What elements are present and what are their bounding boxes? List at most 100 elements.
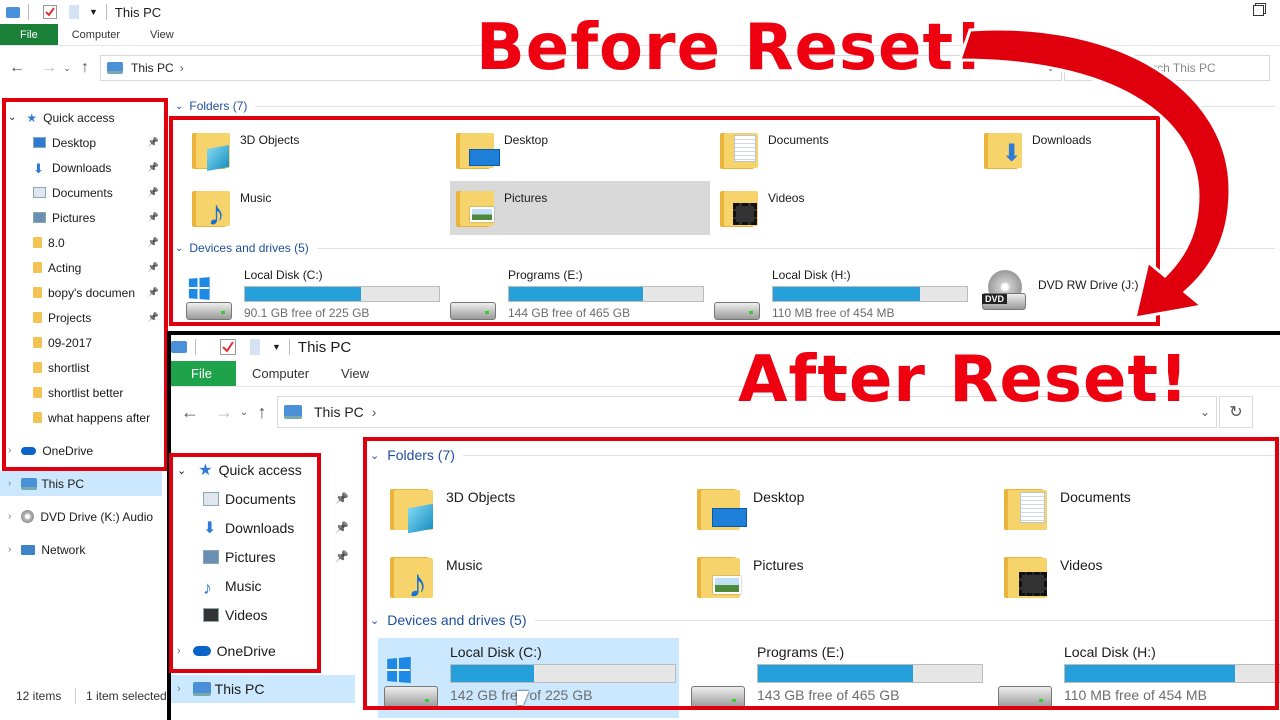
onedrive[interactable]: › OneDrive <box>0 438 165 463</box>
tab-computer[interactable]: Computer <box>58 24 136 45</box>
quick-access-item-what-happens-after[interactable]: what happens after <box>0 405 165 430</box>
drive-tile-local-disk-h[interactable]: Local Disk (H:) 110 MB free of 454 MB <box>992 638 1280 718</box>
back-arrow-icon[interactable]: ← <box>6 59 28 77</box>
folder-tile-music[interactable]: ♪ Music <box>384 547 674 609</box>
folder-tile-desktop[interactable]: Desktop <box>691 479 981 541</box>
expand-chevron-icon[interactable]: › <box>8 511 11 522</box>
breadcrumb-chevron-icon[interactable]: › <box>372 404 377 420</box>
quick-access-item-shortlist[interactable]: shortlist <box>0 355 165 380</box>
recent-chevron-down-icon[interactable]: ⌄ <box>60 63 74 74</box>
collapse-chevron-icon[interactable]: ⌄ <box>370 614 379 627</box>
quick-access-item-shortlist-better[interactable]: shortlist better <box>0 380 165 405</box>
quick-access-item-projects[interactable]: Projects 📌 <box>0 305 165 330</box>
drive-tile-programs-e[interactable]: Programs (E:) 143 GB free of 465 GB <box>685 638 986 718</box>
folder-tile-3d-objects[interactable]: 3D Objects <box>186 123 446 177</box>
tab-view[interactable]: View <box>136 24 190 45</box>
tab-file[interactable]: File <box>167 361 236 386</box>
pin-icon[interactable]: 📌 <box>148 187 159 198</box>
properties-icon[interactable] <box>220 339 236 355</box>
forward-arrow-icon[interactable]: → <box>211 402 237 423</box>
properties-icon[interactable] <box>43 5 57 19</box>
drive-tile-programs-e[interactable]: Programs (E:) 144 GB free of 465 GB <box>446 264 708 328</box>
forward-arrow-icon[interactable]: → <box>38 59 60 77</box>
up-arrow-icon[interactable]: ↑ <box>74 59 96 77</box>
recent-chevron-down-icon[interactable]: ⌄ <box>237 407 251 418</box>
folder-tile-desktop[interactable]: Desktop <box>450 123 710 177</box>
pin-icon[interactable]: 📌 <box>148 237 159 248</box>
pin-icon[interactable]: 📌 <box>335 550 349 563</box>
expand-chevron-icon[interactable]: ⌄ <box>8 112 16 123</box>
chevron-down-icon[interactable]: ▼ <box>272 342 281 352</box>
quick-access-item-pictures[interactable]: Pictures 📌 <box>167 542 357 571</box>
folder-tile-documents[interactable]: Documents <box>998 479 1280 541</box>
this-pc-nav-item[interactable]: › This PC <box>0 471 162 496</box>
picture-icon <box>470 207 495 223</box>
quick-access-item-downloads[interactable]: ⬇ Downloads 📌 <box>167 513 357 542</box>
pin-icon[interactable]: 📌 <box>148 162 159 173</box>
breadcrumb-chevron-icon[interactable]: › <box>180 61 184 75</box>
drive-tile-local-disk-c[interactable]: Local Disk (C:) 90.1 GB free of 225 GB <box>182 264 444 328</box>
pin-icon[interactable]: 📌 <box>335 492 349 505</box>
quick-access-item-desktop[interactable]: Desktop 📌 <box>0 130 165 155</box>
pin-icon[interactable]: 📌 <box>148 287 159 298</box>
after-folders-header[interactable]: ⌄ Folders (7) <box>370 447 1275 463</box>
quick-access-item-09-2017[interactable]: 09-2017 <box>0 330 165 355</box>
folder-tile-3d-objects[interactable]: 3D Objects <box>384 479 674 541</box>
chevron-down-icon[interactable]: ▼ <box>89 7 98 17</box>
onedrive[interactable]: › OneDrive <box>167 637 357 665</box>
pin-icon[interactable]: 📌 <box>148 212 159 223</box>
quick-access-item-downloads[interactable]: ⬇ Downloads 📌 <box>0 155 165 180</box>
pin-icon[interactable]: 📌 <box>148 262 159 273</box>
quick-access-item-acting[interactable]: Acting 📌 <box>0 255 165 280</box>
folder-tile-music[interactable]: ♪ Music <box>186 181 446 235</box>
tab-computer[interactable]: Computer <box>236 361 325 386</box>
expand-chevron-icon[interactable]: › <box>8 544 11 555</box>
folder-tile-videos[interactable]: Videos <box>998 547 1280 609</box>
network-nav-item[interactable]: › Network <box>0 537 165 562</box>
folder-tile-pictures[interactable]: Pictures <box>450 181 710 235</box>
quick-access-item-8-0[interactable]: 8.0 📌 <box>0 230 165 255</box>
dvd-drive-nav-item[interactable]: › DVD Drive (K:) Audio <box>0 504 165 529</box>
folder-tile-documents[interactable]: Documents <box>714 123 974 177</box>
folder-tile-videos[interactable]: Videos <box>714 181 974 235</box>
after-devices-header[interactable]: ⌄ Devices and drives (5) <box>370 612 1275 628</box>
address-crumb[interactable]: This PC <box>314 404 364 420</box>
drive-tile-local-disk-c[interactable]: Local Disk (C:) 142 GB free of 225 GB <box>378 638 679 718</box>
drive-tile-local-disk-h[interactable]: Local Disk (H:) 110 MB free of 454 MB <box>710 264 972 328</box>
quick-access-item-bopy-s-documen[interactable]: bopy's documen 📌 <box>0 280 165 305</box>
folder-icon <box>33 387 42 398</box>
expand-chevron-icon[interactable]: › <box>8 478 11 489</box>
collapse-chevron-icon[interactable]: ⌄ <box>175 243 183 254</box>
drive-usage-fill <box>1065 665 1236 682</box>
quick-access-item-pictures[interactable]: Pictures 📌 <box>0 205 165 230</box>
up-arrow-icon[interactable]: ↑ <box>251 402 273 423</box>
tab-view[interactable]: View <box>325 361 385 386</box>
folder-tile-pictures[interactable]: Pictures <box>691 547 981 609</box>
this-pc-nav-item[interactable]: › This PC <box>167 675 355 703</box>
quick-access-item-videos[interactable]: Videos <box>167 600 357 629</box>
refresh-button[interactable]: ↻ <box>1219 396 1253 428</box>
back-arrow-icon[interactable]: ← <box>177 402 203 423</box>
collapse-chevron-icon[interactable]: ⌄ <box>370 449 379 462</box>
quick-access-label: Quick access <box>43 110 115 125</box>
quick-access[interactable]: ⌄ ★ Quick access <box>167 456 357 484</box>
expand-chevron-icon[interactable]: › <box>177 683 181 695</box>
pin-icon[interactable]: 📌 <box>335 521 349 534</box>
quick-access-item-music[interactable]: ♪ Music <box>167 571 357 600</box>
tab-file[interactable]: File <box>0 24 58 45</box>
pin-icon[interactable]: 📌 <box>148 312 159 323</box>
pin-icon[interactable]: 📌 <box>148 137 159 148</box>
expand-chevron-icon[interactable]: › <box>177 645 181 657</box>
address-crumb[interactable]: This PC <box>131 61 174 75</box>
collapse-chevron-icon[interactable]: ⌄ <box>175 101 183 112</box>
expand-chevron-icon[interactable]: › <box>8 445 11 456</box>
folders-header-label: Folders (7) <box>387 447 455 463</box>
quick-access[interactable]: ⌄ ★ Quick access <box>0 105 165 130</box>
expand-chevron-icon[interactable]: ⌄ <box>177 464 186 477</box>
desktop-icon <box>712 508 747 527</box>
chevron-down-icon[interactable]: ⌄ <box>1200 405 1210 419</box>
new-folder-icon[interactable] <box>69 5 79 19</box>
new-folder-icon[interactable] <box>250 339 260 355</box>
quick-access-item-documents[interactable]: Documents 📌 <box>167 484 357 513</box>
quick-access-item-documents[interactable]: Documents 📌 <box>0 180 165 205</box>
